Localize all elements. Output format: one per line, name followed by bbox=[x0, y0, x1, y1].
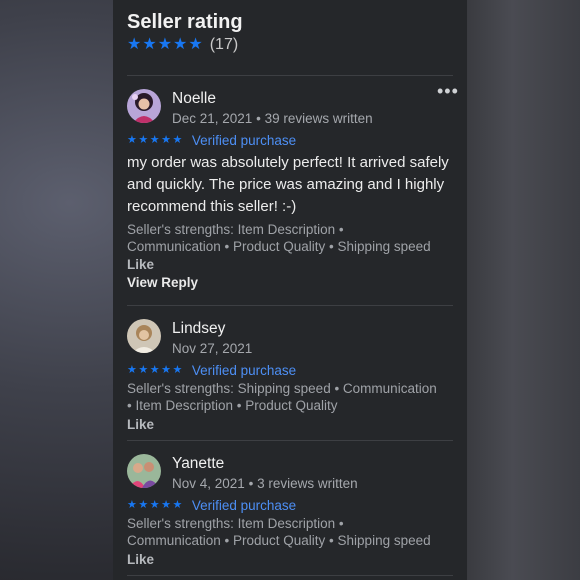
strengths-line: Communication • Product Quality • Shippi… bbox=[127, 533, 431, 548]
verified-purchase-badge: Verified purchase bbox=[191, 133, 297, 148]
star-icon: ★ bbox=[138, 499, 149, 511]
review-date: Nov 27, 2021 bbox=[172, 341, 253, 356]
background-right bbox=[467, 0, 580, 580]
reviews-written[interactable]: 39 reviews written bbox=[265, 111, 373, 126]
review-meta: Nov 27, 2021 bbox=[172, 341, 252, 356]
seller-rating-stars: ★ ★ ★ ★ ★ (17) bbox=[127, 36, 238, 54]
star-icon: ★ bbox=[161, 134, 171, 146]
reviewer-name[interactable]: Lindsey bbox=[172, 320, 225, 338]
review-stars: ★ ★ ★ ★ ★ Verified purchase bbox=[127, 498, 296, 513]
star-icon: ★ bbox=[127, 36, 142, 53]
page-title: Seller rating bbox=[127, 11, 243, 33]
review-date: Nov 4, 2021 bbox=[172, 476, 245, 491]
review-text: my order was absolutely perfect! It arri… bbox=[127, 154, 449, 215]
divider bbox=[127, 75, 453, 76]
star-icon: ★ bbox=[149, 364, 160, 376]
star-icon: ★ bbox=[188, 36, 203, 53]
seller-strengths: Seller's strengths: Item Description • C… bbox=[127, 515, 453, 549]
star-icon: ★ bbox=[142, 36, 157, 53]
star-icon: ★ bbox=[127, 134, 137, 146]
like-button[interactable]: Like bbox=[127, 417, 154, 432]
review-meta: Nov 4, 2021 • 3 reviews written bbox=[172, 476, 358, 491]
star-icon: ★ bbox=[161, 499, 171, 511]
avatar[interactable] bbox=[127, 454, 161, 488]
star-icon: ★ bbox=[173, 36, 188, 53]
strengths-line: Seller's strengths: Shipping speed • Com… bbox=[127, 381, 437, 396]
star-icon: ★ bbox=[161, 364, 171, 376]
star-icon: ★ bbox=[172, 134, 183, 146]
divider bbox=[127, 305, 453, 306]
like-button[interactable]: Like bbox=[127, 552, 154, 567]
seller-strengths: Seller's strengths: Shipping speed • Com… bbox=[127, 380, 453, 414]
verified-purchase-badge: Verified purchase bbox=[191, 498, 297, 513]
strengths-line: • Item Description • Product Quality bbox=[127, 398, 338, 413]
review-stars: ★ ★ ★ ★ ★ Verified purchase bbox=[127, 363, 296, 378]
strengths-line: Communication • Product Quality • Shippi… bbox=[127, 239, 431, 254]
strengths-line: Seller's strengths: Item Description • bbox=[127, 516, 344, 531]
reviewer-name[interactable]: Yanette bbox=[172, 455, 224, 473]
meta-separator: • bbox=[248, 476, 258, 491]
reviewer-name[interactable]: Noelle bbox=[172, 90, 216, 108]
divider bbox=[127, 575, 453, 576]
seller-strengths: Seller's strengths: Item Description • C… bbox=[127, 221, 453, 255]
more-options-icon[interactable]: ••• bbox=[437, 81, 459, 102]
star-icon: ★ bbox=[157, 36, 173, 53]
review-date: Dec 21, 2021 bbox=[172, 111, 253, 126]
star-icon: ★ bbox=[127, 499, 137, 511]
avatar[interactable] bbox=[127, 319, 161, 353]
star-icon: ★ bbox=[149, 134, 160, 146]
verified-purchase-badge: Verified purchase bbox=[191, 363, 297, 378]
star-icon: ★ bbox=[127, 364, 137, 376]
rating-count: (17) bbox=[209, 36, 239, 53]
reviews-written[interactable]: 3 reviews written bbox=[257, 476, 358, 491]
star-icon: ★ bbox=[138, 134, 149, 146]
meta-separator: • bbox=[256, 111, 265, 126]
star-icon: ★ bbox=[138, 364, 149, 376]
like-button[interactable]: Like bbox=[127, 257, 154, 272]
divider bbox=[127, 440, 453, 441]
review-stars: ★ ★ ★ ★ ★ Verified purchase bbox=[127, 133, 296, 148]
star-icon: ★ bbox=[172, 499, 183, 511]
view-reply-button[interactable]: View Reply bbox=[127, 275, 198, 290]
star-icon: ★ bbox=[172, 364, 183, 376]
strengths-line: Seller's strengths: Item Description • bbox=[127, 222, 344, 237]
star-icon: ★ bbox=[149, 499, 160, 511]
review-meta: Dec 21, 2021 • 39 reviews written bbox=[172, 111, 373, 126]
avatar[interactable] bbox=[127, 89, 161, 123]
seller-rating-panel: Seller rating ★ ★ ★ ★ ★ (17) Noelle Dec … bbox=[113, 0, 467, 580]
